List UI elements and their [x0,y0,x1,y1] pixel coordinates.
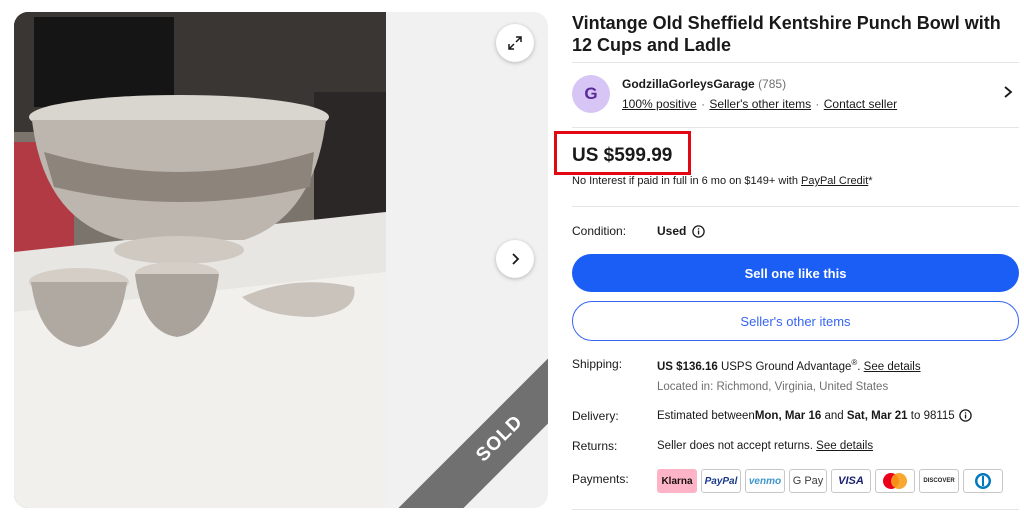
contact-seller-link[interactable]: Contact seller [824,97,897,111]
paypal-credit-note: No Interest if paid in full in 6 mo on $… [572,175,873,187]
condition-text: Used [657,224,687,238]
shipping-value: US $136.16 USPS Ground Advantage®. See d… [657,358,921,373]
seller-positive-link[interactable]: 100% positive [622,97,697,111]
product-photo[interactable] [14,12,386,508]
seller-feedback-count: (785) [758,77,787,91]
condition-label: Condition: [572,224,627,238]
separator: · [701,97,706,111]
delivery-and: and [821,409,847,422]
payment-methods: Klarna PayPal venmo G Pay VISA DISCOVER [657,469,1003,493]
price: US $599.99 [572,145,673,166]
paypal-credit-link[interactable]: PayPal Credit [801,175,868,187]
item-location: Located in: Richmond, Virginia, United S… [657,381,889,393]
delivery-prefix: Estimated between [657,409,755,422]
visa-icon: VISA [831,469,871,493]
shipping-service: USPS Ground Advantage [717,360,852,373]
returns-label: Returns: [572,439,618,453]
returns-value: Seller does not accept returns. See deta… [657,440,873,452]
returns-details-link[interactable]: See details [816,440,873,452]
discover-icon: DISCOVER [919,469,959,493]
sold-corner: SOLD [378,338,548,508]
sellers-other-items-button[interactable]: Seller's other items [572,301,1019,341]
sold-ribbon: SOLD [391,338,548,508]
delivery-label: Delivery: [572,409,619,423]
chevron-right-icon[interactable] [1003,85,1013,99]
klarna-icon: Klarna [657,469,697,493]
expand-button[interactable] [496,24,534,62]
chevron-right-icon [512,253,520,265]
delivery-end: Sat, Mar 21 [846,409,908,422]
condition-value: Used [657,224,706,238]
seller-name-text[interactable]: GodzillaGorleysGarage [622,77,755,91]
mastercard-logo-icon [883,473,907,489]
listing-title: Vintange Old Sheffield Kentshire Punch B… [572,13,1001,55]
returns-text: Seller does not accept returns. [657,440,817,452]
next-image-button[interactable] [496,240,534,278]
delivery-start: Mon, Mar 16 [754,409,822,422]
seller-links: 100% positive · Seller's other items · C… [622,97,897,111]
divider [572,206,1019,207]
payments-label: Payments: [572,472,629,486]
listing-panel: Vintange Old Sheffield Kentshire Punch B… [554,12,1019,510]
seller-avatar: G [572,75,610,113]
shipping-details-link[interactable]: See details [864,361,921,373]
info-icon[interactable] [692,224,706,238]
shipping-amount: US $136.16 [657,360,718,373]
venmo-icon: venmo [745,469,785,493]
credit-text: No Interest if paid in full in 6 mo on $… [572,175,801,187]
shipping-label: Shipping: [572,357,623,371]
seller-name[interactable]: GodzillaGorleysGarage (785) [622,77,786,91]
google-pay-icon: G Pay [789,469,827,493]
seller-other-items-link[interactable]: Seller's other items [709,97,811,111]
seller-card[interactable]: G GodzillaGorleysGarage (785) 100% posit… [572,62,1019,128]
credit-suffix: * [868,175,873,187]
mastercard-icon [875,469,915,493]
expand-icon [508,36,522,50]
diners-logo-icon [975,473,991,489]
sell-one-like-this-button[interactable]: Sell one like this [572,254,1019,292]
divider [572,509,1019,510]
punch-bowl-photo [14,12,386,508]
separator: · [815,97,820,111]
image-gallery: SOLD [14,12,548,508]
delivery-value: Estimated between Mon, Mar 16 and Sat, M… [657,409,972,422]
info-icon[interactable] [958,409,972,422]
diners-club-icon [963,469,1003,493]
delivery-suffix: to 98115 [907,409,955,422]
paypal-icon: PayPal [701,469,741,493]
